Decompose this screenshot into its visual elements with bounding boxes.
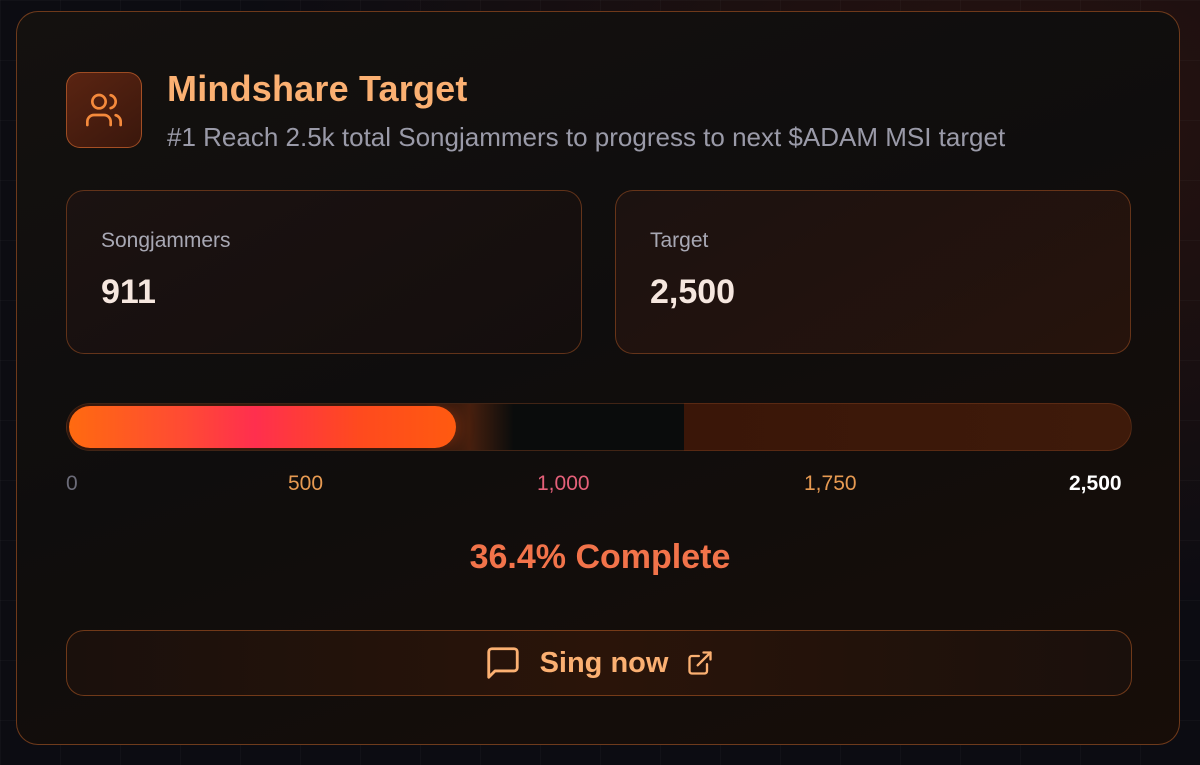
card-subtitle: #1 Reach 2.5k total Songjammers to progr… [167,122,1006,152]
songjammers-stat: Songjammers 911 [66,190,582,354]
progress-fill [69,406,456,448]
songjammers-value: 911 [101,273,156,311]
card-title: Mindshare Target [167,68,468,109]
progress-tick-1750: 1,750 [804,472,857,495]
progress-bar [66,403,1132,451]
progress-tick-0: 0 [66,472,78,495]
target-value: 2,500 [650,273,736,311]
message-square-icon [484,644,522,682]
sing-now-button[interactable]: Sing now [66,630,1132,696]
target-label: Target [650,229,709,252]
sing-now-label: Sing now [539,646,669,679]
progress-status: 36.4% Complete [469,538,731,576]
target-stat: Target 2,500 [615,190,1131,354]
songjammers-label: Songjammers [101,229,231,252]
external-link-icon [686,649,714,677]
progress-tick-1000: 1,000 [537,472,590,495]
users-icon [66,72,142,148]
progress-tick-500: 500 [288,472,324,495]
progress-tick-2500: 2,500 [1069,472,1122,495]
